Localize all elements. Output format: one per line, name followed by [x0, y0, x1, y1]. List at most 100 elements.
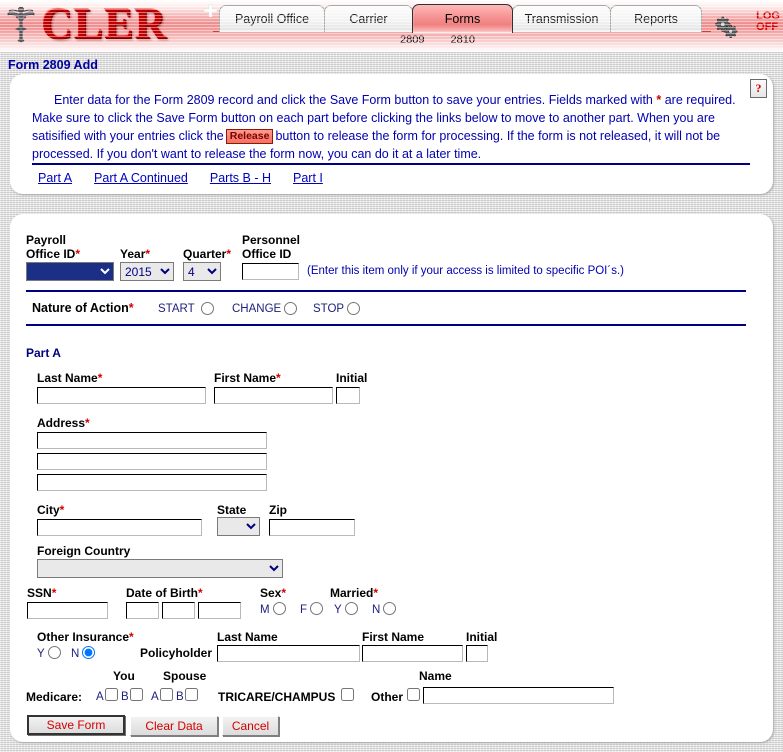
first-name-label-text: First Name	[214, 371, 277, 385]
payroll-office-id-label-text: Office ID	[26, 247, 76, 261]
date-of-birth-month-input[interactable]	[126, 602, 159, 619]
link-parts-b-h[interactable]: Parts B - H	[210, 171, 271, 185]
link-part-i[interactable]: Part I	[293, 171, 323, 185]
nature-of-action-radio-start[interactable]	[201, 302, 214, 315]
quarter-select[interactable]: 4	[183, 262, 221, 281]
medicare-spouse-b-checkbox[interactable]	[185, 688, 198, 701]
nature-of-action-radio-change[interactable]	[284, 302, 297, 315]
divider	[26, 290, 746, 292]
city-input[interactable]	[37, 519, 202, 536]
other-checkbox[interactable]	[407, 688, 420, 701]
app-header: CLER Payroll Office Carrier Forms Transm…	[0, 0, 783, 52]
married-radio-n[interactable]	[383, 602, 396, 615]
instructions-line1-tail: are required.	[664, 93, 736, 107]
you-label: You	[113, 669, 135, 683]
year-select[interactable]: 2015	[120, 262, 174, 281]
married-radio-y[interactable]	[345, 602, 358, 615]
medicare-spouse-a-checkbox[interactable]	[160, 688, 173, 701]
form-panel: Payroll Office ID* Year* 2015 Quarter* 4…	[10, 214, 773, 742]
medicare-you-a-label: A	[96, 691, 104, 703]
save-form-button[interactable]: Save Form	[27, 715, 125, 735]
caduceus-icon	[7, 6, 35, 43]
medicare-spouse-b-label: B	[176, 691, 184, 703]
date-of-birth-year-input[interactable]	[198, 602, 241, 619]
sublink-2809[interactable]: 2809	[400, 34, 424, 50]
date-of-birth-day-input[interactable]	[162, 602, 195, 619]
sex-radio-f[interactable]	[310, 602, 323, 615]
nature-of-action-radio-stop[interactable]	[347, 302, 360, 315]
divider	[32, 163, 750, 165]
clear-data-button[interactable]: Clear Data	[130, 716, 218, 736]
logoff-button[interactable]: LOG OFF	[756, 11, 780, 33]
policyholder-initial-input[interactable]	[466, 645, 488, 662]
sublink-2810[interactable]: 2810	[450, 34, 474, 50]
address-line1-input[interactable]	[37, 432, 267, 449]
nature-of-action-label-text: Nature of Action	[32, 301, 129, 315]
other-insurance-radio-n[interactable]	[82, 646, 95, 659]
city-label-text: City	[37, 503, 60, 517]
tab-label: Forms	[444, 12, 481, 26]
instructions-line2: Make sure to click the Save Form button …	[32, 111, 715, 125]
first-name-input[interactable]	[214, 387, 333, 404]
foreign-country-select[interactable]	[37, 559, 283, 578]
city-label: City*	[37, 503, 65, 517]
nature-of-action-label: Nature of Action*	[32, 301, 134, 315]
ssn-label-text: SSN	[27, 586, 52, 600]
zip-label: Zip	[269, 503, 287, 517]
medicare-you-b-label: B	[121, 691, 129, 703]
ssn-input[interactable]	[27, 602, 108, 619]
other-name-label: Name	[419, 669, 452, 683]
zip-input[interactable]	[269, 519, 355, 536]
link-part-a-continued[interactable]: Part A Continued	[94, 171, 188, 185]
other-name-input[interactable]	[423, 687, 614, 704]
cross-icon	[204, 4, 217, 17]
tab-payroll-office[interactable]: Payroll Office	[219, 5, 325, 32]
other-insurance-option-y-label: Y	[37, 648, 45, 660]
other-insurance-radio-y[interactable]	[48, 646, 61, 659]
policyholder-label: Policyholder	[140, 646, 213, 660]
other-insurance-label: Other Insurance*	[37, 630, 134, 644]
address-line2-input[interactable]	[37, 453, 267, 470]
address-line3-input[interactable]	[37, 474, 267, 491]
help-icon[interactable]: ?	[750, 79, 767, 98]
married-option-n-label: N	[372, 604, 381, 616]
date-of-birth-label-text: Date of Birth	[126, 586, 198, 600]
nature-of-action-option-stop-label: STOP	[313, 303, 345, 315]
policyholder-first-name-input[interactable]	[362, 645, 463, 662]
tab-reports[interactable]: Reports	[610, 5, 702, 32]
personnel-office-id-input[interactable]	[242, 263, 299, 280]
medicare-you-a-checkbox[interactable]	[105, 688, 118, 701]
logoff-line2: OFF	[756, 21, 779, 33]
quarter-label: Quarter*	[183, 247, 232, 261]
other-insurance-label-text: Other Insurance	[37, 630, 130, 644]
sex-option-m-label: M	[260, 604, 270, 616]
tab-transmission[interactable]: Transmission	[512, 5, 611, 32]
gears-icon[interactable]	[713, 14, 739, 38]
personnel-office-id-label-line2: Office ID	[242, 247, 292, 261]
sex-label: Sex*	[260, 586, 287, 600]
tab-carrier[interactable]: Carrier	[324, 5, 413, 32]
forms-sublinks: 2809 2810	[400, 34, 475, 50]
policyholder-last-name-input[interactable]	[217, 645, 360, 662]
state-select[interactable]	[217, 517, 260, 536]
instructions-line3-post: button to release the form for processin…	[275, 129, 721, 143]
payroll-office-id-label-line1: Payroll	[26, 233, 67, 247]
cancel-button[interactable]: Cancel	[222, 716, 279, 736]
quarter-label-text: Quarter	[183, 247, 227, 261]
sex-radio-m[interactable]	[273, 602, 286, 615]
logo-wordmark: CLER	[41, 0, 168, 48]
medicare-you-b-checkbox[interactable]	[130, 688, 143, 701]
first-name-label: First Name*	[214, 371, 281, 385]
tricare-checkbox[interactable]	[341, 688, 354, 701]
release-button[interactable]: Release	[225, 129, 274, 144]
payroll-office-id-select[interactable]	[26, 262, 114, 281]
instructions-panel: ? Enter data for the Form 2809 record an…	[10, 74, 773, 194]
tricare-label: TRICARE/CHAMPUS	[218, 690, 336, 704]
link-part-a[interactable]: Part A	[38, 171, 72, 185]
last-name-input[interactable]	[37, 387, 206, 404]
sex-option-f-label: F	[300, 604, 308, 616]
instructions-line1: Enter data for the Form 2809 record and …	[54, 93, 653, 107]
initial-input[interactable]	[336, 387, 360, 404]
policyholder-last-name-label: Last Name	[217, 630, 278, 644]
tab-forms[interactable]: Forms	[412, 4, 513, 33]
